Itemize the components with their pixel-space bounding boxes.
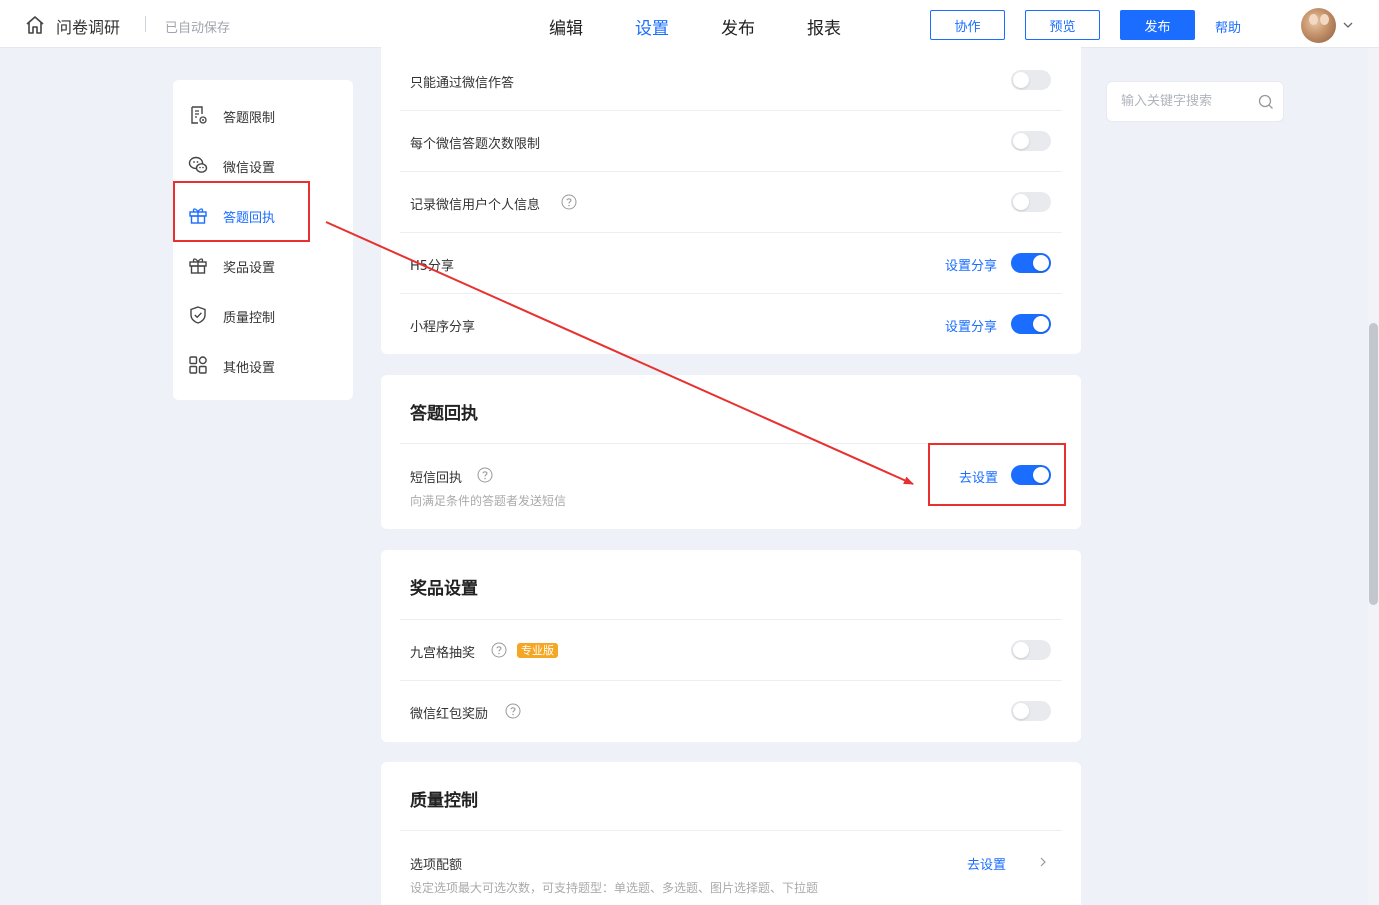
quality-control-card: 质量控制 选项配额 设定选项最大可选次数，可支持题型：单选题、多选题、图片选择题… bbox=[381, 762, 1081, 905]
row-label-wechat-limit: 每个微信答题次数限制 bbox=[410, 137, 541, 152]
divider bbox=[400, 443, 1062, 444]
sidebar-item-label: 奖品设置 bbox=[223, 261, 276, 276]
divider bbox=[400, 680, 1062, 681]
prize-settings-card: 奖品设置 九宫格抽奖 专业版 微信红包奖励 bbox=[381, 550, 1081, 742]
toggle-wechat-limit[interactable] bbox=[1011, 131, 1051, 151]
shield-check-icon bbox=[190, 306, 206, 324]
toggle-wechat-only[interactable] bbox=[1011, 70, 1051, 90]
settings-side-menu: 答题限制 微信设置 答题回执 奖品设置 质量控制 其他设置 bbox=[173, 80, 353, 400]
sidebar-item-prize[interactable]: 奖品设置 bbox=[173, 245, 353, 285]
toggle-record-user-info[interactable] bbox=[1011, 192, 1051, 212]
sidebar-item-other[interactable]: 其他设置 bbox=[173, 345, 353, 385]
sms-receipt-settings-link[interactable]: 去设置 bbox=[959, 467, 998, 486]
app-title: 问卷调研 bbox=[56, 18, 121, 37]
preview-button[interactable]: 预览 bbox=[1025, 10, 1100, 40]
autosave-status: 已自动保存 bbox=[165, 21, 231, 36]
row-label-record-user-info: 记录微信用户个人信息 bbox=[410, 198, 541, 213]
row-label-wechat-only: 只能通过微信作答 bbox=[410, 76, 515, 91]
sidebar-item-label: 答题限制 bbox=[223, 111, 276, 126]
toggle-grid-lottery[interactable] bbox=[1011, 640, 1051, 660]
chevron-right-icon[interactable] bbox=[1037, 856, 1049, 868]
tab-publish[interactable]: 发布 bbox=[721, 14, 755, 39]
option-quota-settings-link[interactable]: 去设置 bbox=[967, 854, 1006, 873]
grid-icon bbox=[189, 356, 207, 374]
divider bbox=[400, 171, 1062, 172]
toggle-sms-receipt[interactable] bbox=[1011, 465, 1051, 485]
scrollbar-thumb[interactable] bbox=[1369, 323, 1378, 605]
collaborate-button[interactable]: 协作 bbox=[930, 10, 1005, 40]
divider bbox=[400, 232, 1062, 233]
tab-reports[interactable]: 报表 bbox=[807, 14, 841, 39]
sidebar-item-label: 其他设置 bbox=[223, 361, 276, 376]
divider bbox=[400, 619, 1062, 620]
search-input[interactable] bbox=[1121, 82, 1251, 121]
tab-settings[interactable]: 设置 bbox=[635, 14, 669, 39]
section-title: 质量控制 bbox=[410, 791, 478, 811]
gift-icon bbox=[189, 258, 207, 274]
search-box bbox=[1106, 81, 1284, 122]
divider bbox=[400, 830, 1062, 831]
sidebar-item-label: 微信设置 bbox=[223, 161, 276, 176]
row-desc-option-quota: 设定选项最大可选次数，可支持题型：单选题、多选题、图片选择题、下拉题 bbox=[410, 881, 819, 895]
question-icon[interactable] bbox=[491, 642, 507, 658]
gift-icon bbox=[189, 208, 207, 224]
divider bbox=[400, 293, 1062, 294]
tab-edit[interactable]: 编辑 bbox=[549, 14, 583, 39]
divider bbox=[400, 110, 1062, 111]
search-icon[interactable] bbox=[1258, 94, 1274, 110]
section-title: 奖品设置 bbox=[410, 579, 478, 599]
row-label-miniprogram-share: 小程序分享 bbox=[410, 320, 476, 335]
toggle-miniprogram-share[interactable] bbox=[1011, 314, 1051, 334]
sidebar-item-answer-limit[interactable]: 答题限制 bbox=[173, 95, 353, 135]
row-desc-sms-receipt: 向满足条件的答题者发送短信 bbox=[410, 494, 567, 508]
row-label-option-quota: 选项配额 bbox=[410, 858, 463, 873]
sidebar-item-answer-receipt[interactable]: 答题回执 bbox=[173, 195, 353, 235]
section-title: 答题回执 bbox=[410, 404, 478, 424]
publish-button[interactable]: 发布 bbox=[1120, 10, 1195, 40]
sidebar-item-quality[interactable]: 质量控制 bbox=[173, 295, 353, 335]
h5-share-settings-link[interactable]: 设置分享 bbox=[945, 255, 997, 274]
question-icon[interactable] bbox=[477, 467, 493, 483]
home-icon[interactable] bbox=[24, 14, 46, 36]
answer-receipt-card: 答题回执 短信回执 向满足条件的答题者发送短信 去设置 bbox=[381, 375, 1081, 529]
sidebar-item-label: 质量控制 bbox=[223, 311, 276, 326]
wechat-settings-card: 只能通过微信作答 每个微信答题次数限制 记录微信用户个人信息 H5分享 设置分享… bbox=[381, 40, 1081, 354]
sidebar-item-wechat[interactable]: 微信设置 bbox=[173, 145, 353, 185]
pro-badge: 专业版 bbox=[517, 643, 558, 658]
doc-settings-icon bbox=[191, 106, 207, 124]
row-label-grid-lottery: 九宫格抽奖 bbox=[410, 646, 476, 661]
sidebar-item-label: 答题回执 bbox=[223, 211, 276, 226]
row-label-wechat-red-packet: 微信红包奖励 bbox=[410, 707, 489, 722]
toggle-wechat-red-packet[interactable] bbox=[1011, 701, 1051, 721]
wechat-icon bbox=[188, 156, 208, 173]
question-icon[interactable] bbox=[505, 703, 521, 719]
avatar[interactable] bbox=[1301, 8, 1336, 43]
header-divider bbox=[145, 16, 146, 32]
chevron-down-icon[interactable] bbox=[1342, 19, 1354, 31]
help-link[interactable]: 帮助 bbox=[1215, 17, 1241, 36]
question-icon[interactable] bbox=[561, 194, 577, 210]
toggle-h5-share[interactable] bbox=[1011, 253, 1051, 273]
row-label-h5-share: H5分享 bbox=[410, 259, 455, 274]
row-label-sms-receipt: 短信回执 bbox=[410, 471, 463, 486]
miniprogram-share-settings-link[interactable]: 设置分享 bbox=[945, 316, 997, 335]
